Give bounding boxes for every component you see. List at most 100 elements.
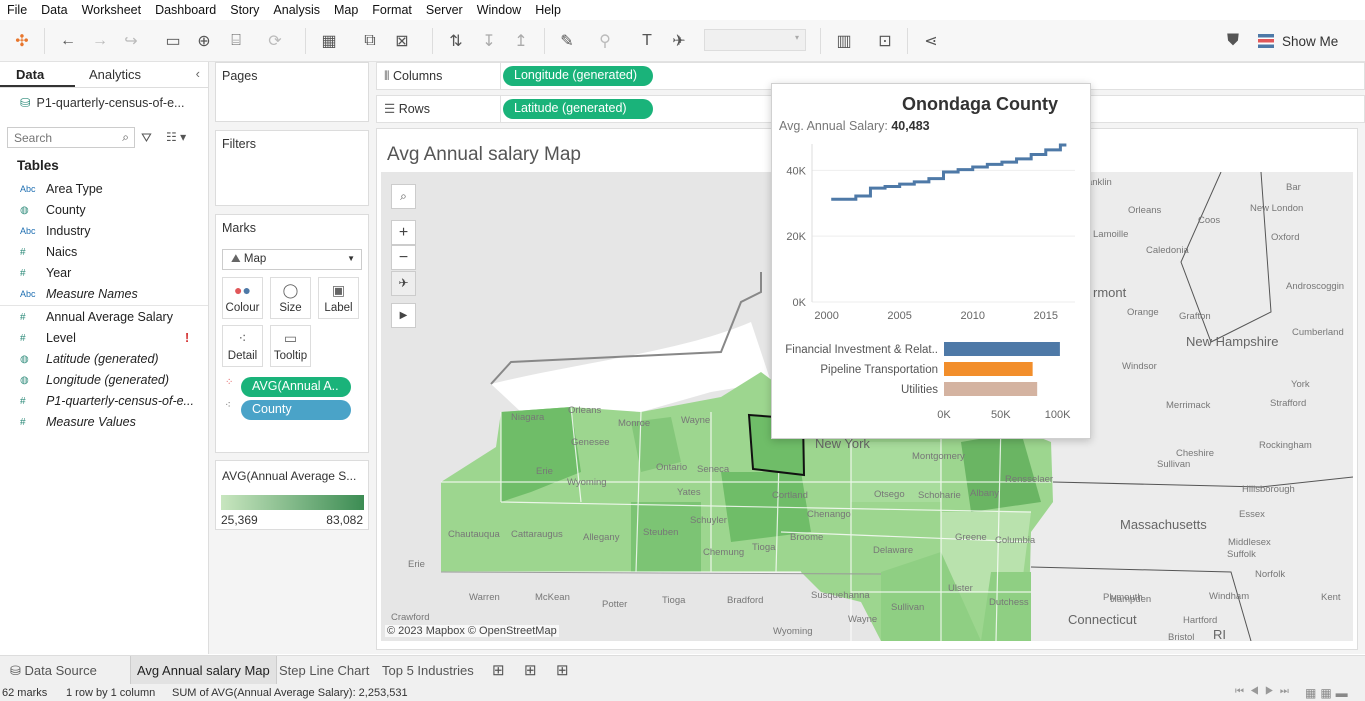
tab-data[interactable]: Data <box>0 62 75 87</box>
chevron-down-icon: ▼ <box>347 254 355 263</box>
number-type-icon: # <box>20 395 26 407</box>
field-item[interactable]: ◍ Longitude (generated) <box>0 370 200 390</box>
field-item[interactable]: Abc Industry <box>0 221 200 241</box>
map-label: Essex <box>1239 509 1265 520</box>
menu-item-server[interactable]: Server <box>419 0 470 20</box>
highlight-icon[interactable]: ✎ <box>556 30 578 52</box>
map-label: Merrimack <box>1166 400 1211 411</box>
menu-item-format[interactable]: Format <box>365 0 419 20</box>
group-icon[interactable]: ⚲ <box>594 30 616 52</box>
redo-icon[interactable]: → <box>89 30 111 52</box>
search-field[interactable]: ⌕ <box>7 127 135 148</box>
show-me-button[interactable]: Show Me <box>1258 31 1338 51</box>
menu-item-window[interactable]: Window <box>470 0 528 20</box>
new-datasource-icon[interactable]: ⊕ <box>193 30 215 52</box>
zoom-out-icon[interactable]: − <box>391 245 416 270</box>
colour-button[interactable]: ●● Colour <box>222 277 263 319</box>
presentation-icon[interactable]: ⊡ <box>874 30 896 52</box>
new-worksheet-icon[interactable]: ▦ <box>318 30 340 52</box>
data-source-tab[interactable]: ⛁ Data Source <box>4 656 124 685</box>
map-search-icon[interactable]: ⌕ <box>391 184 416 209</box>
field-item[interactable]: # Naics <box>0 242 200 262</box>
clear-sheet-icon[interactable]: ⊠ <box>391 30 413 52</box>
new-dashboard-tab-icon[interactable]: ⊞ <box>518 656 543 685</box>
map-label: Middlesex <box>1228 537 1271 548</box>
y-tick-label: 0K <box>793 297 807 309</box>
share-icon[interactable]: ⋖ <box>920 30 942 52</box>
field-item[interactable]: ◍ County <box>0 200 200 220</box>
navigation-icons[interactable]: ⏮◀▶⏭ <box>1235 686 1295 697</box>
tab-top-5-industries[interactable]: Top 5 Industries <box>376 656 480 685</box>
format-painter-icon[interactable]: ⛊ <box>1222 30 1244 52</box>
field-item[interactable]: Abc Area Type <box>0 179 200 199</box>
show-labels-icon[interactable]: T <box>636 30 658 52</box>
size-button[interactable]: ◯ Size <box>270 277 311 319</box>
menu-item-data[interactable]: Data <box>34 0 74 20</box>
new-story-tab-icon[interactable]: ⊞ <box>550 656 575 685</box>
tab-avg-annual-salary-map[interactable]: Avg Annual salary Map <box>130 656 277 685</box>
search-input[interactable] <box>8 128 108 147</box>
view-mode-icons[interactable]: ▦▦▬ <box>1305 686 1352 700</box>
rows-pill[interactable]: Latitude (generated) <box>503 99 653 119</box>
colour-pill[interactable]: AVG(Annual A.. <box>241 377 351 397</box>
filter-icon[interactable]: ⛛ <box>141 130 152 146</box>
tab-analytics[interactable]: Analytics <box>75 62 157 87</box>
tooltip-button[interactable]: ▭ Tooltip <box>270 325 311 367</box>
y-tick-label: 20K <box>786 231 806 243</box>
menu-item-story[interactable]: Story <box>223 0 266 20</box>
show-cards-icon[interactable]: ▥ <box>833 30 855 52</box>
datasource-item[interactable]: ⛁ P1-quarterly-census-of-e... <box>20 95 184 111</box>
pin-icon[interactable]: ✈ <box>668 30 690 52</box>
detail-button[interactable]: ⁖ Detail <box>222 325 263 367</box>
view-options-icon[interactable]: ☷ ▾ <box>166 130 186 144</box>
pages-card[interactable]: Pages <box>215 62 369 122</box>
warning-icon: ! <box>185 331 190 345</box>
detail-pill[interactable]: County <box>241 400 351 420</box>
fit-dropdown[interactable]: ▾ <box>704 29 806 51</box>
pause-updates-icon[interactable]: ⌸ <box>225 30 247 52</box>
new-worksheet-tab-icon[interactable]: ⊞ <box>486 656 511 685</box>
zoom-in-icon[interactable]: + <box>391 220 416 245</box>
colour-legend[interactable]: AVG(Annual Average S... 25,369 83,082 <box>215 460 369 530</box>
menu-item-worksheet[interactable]: Worksheet <box>75 0 149 20</box>
sort-descending-icon[interactable]: ↥ <box>510 30 532 52</box>
field-item[interactable]: ◍ Latitude (generated) <box>0 349 200 369</box>
industry-label: Financial Investment & Relat.. <box>785 344 938 356</box>
x-tick-label: 2010 <box>960 310 984 322</box>
label-button[interactable]: ▣ Label <box>318 277 359 319</box>
mark-type-dropdown[interactable]: ⛰ Map ▼ <box>222 249 362 270</box>
swap-icon[interactable]: ⇅ <box>445 30 467 52</box>
save-icon[interactable]: ▭ <box>162 30 184 52</box>
field-item[interactable]: # Level! <box>0 328 200 348</box>
filters-card[interactable]: Filters <box>215 130 369 206</box>
columns-pill[interactable]: Longitude (generated) <box>503 66 653 86</box>
menu-item-help[interactable]: Help <box>528 0 568 20</box>
field-item[interactable]: # P1-quarterly-census-of-e... <box>0 391 200 411</box>
menu-item-dashboard[interactable]: Dashboard <box>148 0 223 20</box>
field-item[interactable]: Abc Measure Names <box>0 284 200 304</box>
menu-item-analysis[interactable]: Analysis <box>266 0 327 20</box>
undo-icon[interactable]: ← <box>57 30 79 52</box>
menu-item-file[interactable]: File <box>0 0 34 20</box>
field-name: Area Type <box>46 182 103 196</box>
unpin-map-icon[interactable]: ✈ <box>391 271 416 296</box>
refresh-icon[interactable]: ⟳ <box>264 30 286 52</box>
x-tick-label: 2005 <box>887 310 911 322</box>
map-label: Genesee <box>571 437 610 448</box>
replay-icon[interactable]: ↪ <box>120 30 142 52</box>
mark-type-value: Map <box>243 253 267 265</box>
map-label: Windsor <box>1122 361 1157 372</box>
map-label: Lamoille <box>1093 229 1129 240</box>
menu-item-map[interactable]: Map <box>327 0 365 20</box>
duplicate-sheet-icon[interactable]: ⧉ <box>359 30 381 52</box>
field-item[interactable]: # Annual Average Salary <box>0 305 208 327</box>
field-name: Longitude (generated) <box>46 373 170 387</box>
collapse-icon[interactable]: ‹ <box>188 62 208 87</box>
field-item[interactable]: # Year <box>0 263 200 283</box>
sort-ascending-icon[interactable]: ↧ <box>478 30 500 52</box>
tab-step-line-chart[interactable]: Step Line Chart <box>273 656 375 685</box>
expand-toolbar-icon[interactable]: ▶ <box>391 303 416 328</box>
map-label: Coos <box>1198 215 1221 226</box>
field-item[interactable]: # Measure Values <box>0 412 200 432</box>
tableau-logo-icon[interactable]: ✣ <box>11 30 33 52</box>
